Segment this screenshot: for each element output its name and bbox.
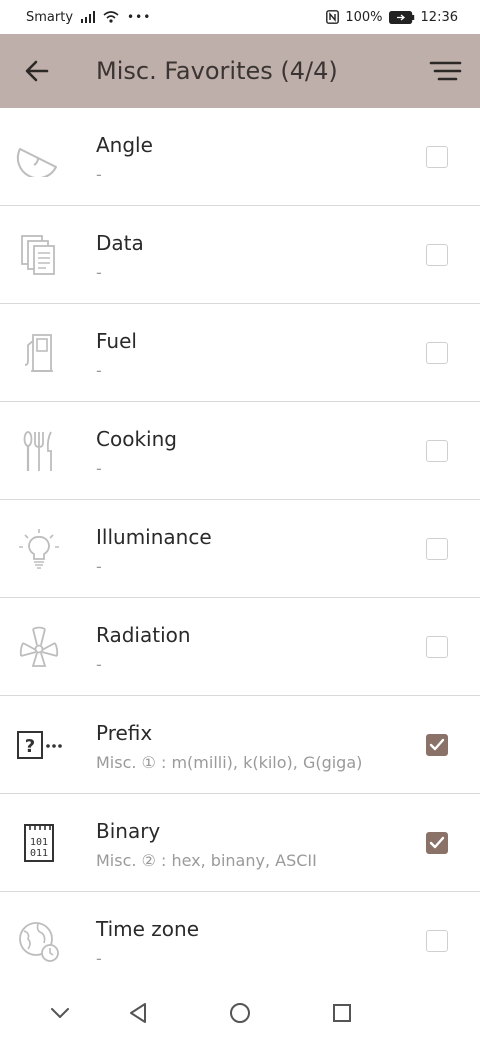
item-name: Prefix bbox=[96, 721, 153, 745]
item-name: Cooking bbox=[96, 427, 177, 451]
carrier-label: Smarty bbox=[26, 9, 74, 25]
chevron-down-icon bbox=[51, 1008, 69, 1018]
item-desc: Misc. ① : m(milli), k(kilo), G(giga) bbox=[96, 753, 363, 772]
signal-icon bbox=[81, 11, 96, 23]
favorites-list: Angle - Data - Fuel - Cooking - Illumina… bbox=[0, 108, 480, 989]
circle-home-icon bbox=[230, 1003, 250, 1023]
check-icon bbox=[429, 836, 445, 849]
item-desc: - bbox=[96, 655, 102, 674]
fuel-pump-icon bbox=[14, 330, 64, 376]
item-name: Radiation bbox=[96, 623, 191, 647]
favorite-checkbox[interactable] bbox=[426, 244, 448, 266]
question-prefix-icon: ? bbox=[14, 722, 64, 768]
favorite-checkbox[interactable] bbox=[426, 440, 448, 462]
favorite-checkbox[interactable] bbox=[426, 930, 448, 952]
item-name: Time zone bbox=[96, 917, 200, 941]
list-item-time-zone[interactable]: Time zone - bbox=[0, 892, 480, 989]
sort-menu-button[interactable] bbox=[410, 34, 480, 108]
item-desc: - bbox=[96, 557, 102, 576]
svg-text:011: 011 bbox=[30, 848, 48, 859]
item-desc: - bbox=[96, 949, 102, 968]
favorite-checkbox[interactable] bbox=[426, 146, 448, 168]
status-bar: Smarty ••• 100% 12:36 bbox=[0, 0, 480, 34]
nav-back-button[interactable] bbox=[123, 998, 153, 1028]
check-icon bbox=[429, 738, 445, 751]
binary-chip-icon: 101 011 bbox=[14, 820, 64, 866]
favorite-checkbox[interactable] bbox=[426, 832, 448, 854]
favorite-checkbox[interactable] bbox=[426, 636, 448, 658]
battery-percent: 100% bbox=[345, 9, 383, 25]
svg-text:101: 101 bbox=[30, 837, 48, 848]
battery-icon bbox=[388, 10, 414, 24]
list-item-cooking[interactable]: Cooking - bbox=[0, 402, 480, 500]
nav-recents-button[interactable] bbox=[327, 998, 357, 1028]
nav-collapse-button[interactable] bbox=[45, 998, 75, 1028]
item-name: Illuminance bbox=[96, 525, 212, 549]
light-bulb-icon bbox=[14, 526, 64, 572]
app-bar: Misc. Favorites (4/4) bbox=[0, 34, 480, 108]
cutlery-icon bbox=[14, 428, 64, 474]
system-nav-bar bbox=[0, 984, 480, 1040]
item-desc: - bbox=[96, 165, 102, 184]
more-notifications-icon: ••• bbox=[127, 10, 152, 24]
triangle-back-icon bbox=[130, 1003, 146, 1023]
list-item-fuel[interactable]: Fuel - bbox=[0, 304, 480, 402]
list-item-radiation[interactable]: Radiation - bbox=[0, 598, 480, 696]
sort-menu-icon bbox=[429, 61, 462, 81]
data-files-icon bbox=[14, 232, 64, 278]
item-desc: Misc. ② : hex, binany, ASCII bbox=[96, 851, 317, 870]
square-recents-icon bbox=[333, 1004, 351, 1022]
svg-text:?: ? bbox=[25, 736, 35, 757]
list-item-illuminance[interactable]: Illuminance - bbox=[0, 500, 480, 598]
nfc-icon bbox=[326, 10, 340, 24]
back-button[interactable] bbox=[0, 34, 74, 108]
radiation-icon bbox=[14, 624, 64, 670]
favorite-checkbox[interactable] bbox=[426, 734, 448, 756]
arrow-left-icon bbox=[25, 60, 49, 82]
clock-time: 12:36 bbox=[420, 9, 458, 25]
item-desc: - bbox=[96, 361, 102, 380]
list-item-prefix[interactable]: ? Prefix Misc. ① : m(milli), k(kilo), G(… bbox=[0, 696, 480, 794]
item-desc: - bbox=[96, 459, 102, 478]
favorite-checkbox[interactable] bbox=[426, 342, 448, 364]
item-name: Fuel bbox=[96, 329, 137, 353]
item-name: Angle bbox=[96, 133, 153, 157]
list-item-binary[interactable]: 101 011 Binary Misc. ② : hex, binany, ASC… bbox=[0, 794, 480, 892]
list-item-data[interactable]: Data - bbox=[0, 206, 480, 304]
item-name: Data bbox=[96, 231, 144, 255]
list-item-angle[interactable]: Angle - bbox=[0, 108, 480, 206]
item-desc: - bbox=[96, 263, 102, 282]
globe-clock-icon bbox=[14, 918, 64, 964]
angle-icon bbox=[14, 134, 64, 180]
item-name: Binary bbox=[96, 819, 161, 843]
page-title: Misc. Favorites (4/4) bbox=[96, 57, 338, 85]
wifi-icon bbox=[103, 11, 119, 23]
nav-home-button[interactable] bbox=[225, 998, 255, 1028]
favorite-checkbox[interactable] bbox=[426, 538, 448, 560]
